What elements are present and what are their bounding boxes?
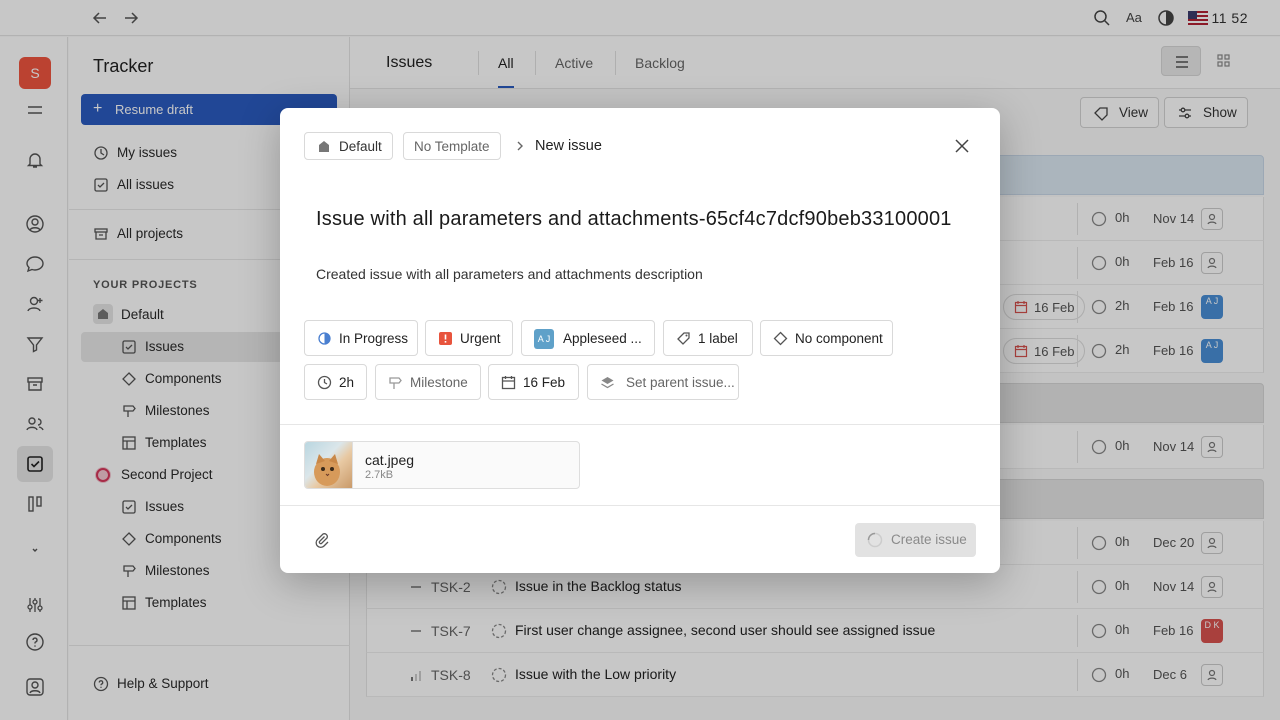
attachment-size: 2.7kB (365, 469, 394, 481)
attachment-name: cat.jpeg (365, 452, 415, 468)
component-selector[interactable]: No component (760, 320, 893, 356)
issue-title-input[interactable]: Issue with all parameters and attachment… (316, 208, 952, 231)
signpost-icon (388, 375, 403, 390)
milestone-selector[interactable]: Milestone (375, 364, 481, 400)
labels-selector[interactable]: 1 label (663, 320, 753, 356)
project-home-icon (317, 139, 331, 153)
status-selector[interactable]: In Progress (304, 320, 418, 356)
project-selector[interactable]: Default (304, 132, 393, 160)
calendar-icon (501, 375, 516, 390)
layers-icon (600, 375, 615, 390)
dialog-divider (280, 505, 1000, 506)
estimation-selector[interactable]: 2h (304, 364, 367, 400)
chevron-right-icon (513, 139, 527, 153)
dialog-divider (280, 424, 1000, 425)
template-selector[interactable]: No Template (403, 132, 501, 160)
tag-icon (676, 331, 691, 346)
due-date-selector[interactable]: 16 Feb (488, 364, 579, 400)
cat-thumbnail (305, 442, 353, 488)
issue-description-input[interactable]: Created issue with all parameters and at… (316, 266, 703, 282)
assignee-avatar: A J (534, 329, 554, 349)
assignee-selector[interactable]: A J Appleseed ... (521, 320, 655, 356)
parent-issue-selector[interactable]: Set parent issue... (587, 364, 739, 400)
urgent-priority-icon (438, 331, 453, 346)
paperclip-icon[interactable] (314, 532, 330, 548)
create-issue-button[interactable]: Create issue (855, 523, 976, 557)
in-progress-status-icon (317, 331, 332, 346)
clock-icon (317, 375, 332, 390)
loading-spinner-icon (867, 532, 883, 548)
priority-selector[interactable]: Urgent (425, 320, 513, 356)
attachment-item[interactable]: cat.jpeg 2.7kB (304, 441, 580, 489)
new-issue-dialog: Default No Template New issue Issue with… (280, 108, 1000, 573)
diamond-icon (773, 331, 788, 346)
breadcrumb-current: New issue (535, 138, 602, 154)
close-icon[interactable] (952, 136, 972, 156)
